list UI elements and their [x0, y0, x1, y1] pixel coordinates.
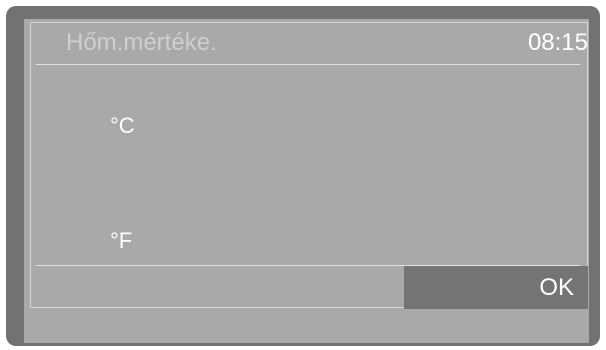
page-title: Hőm.mértéke.: [66, 29, 217, 56]
ok-button-label: OK: [539, 274, 574, 301]
clock-time: 08:15: [527, 29, 588, 56]
option-fahrenheit[interactable]: °F: [110, 228, 132, 254]
option-celsius[interactable]: °C: [110, 113, 135, 139]
header-divider: [36, 64, 580, 65]
ok-button[interactable]: OK: [404, 266, 588, 309]
